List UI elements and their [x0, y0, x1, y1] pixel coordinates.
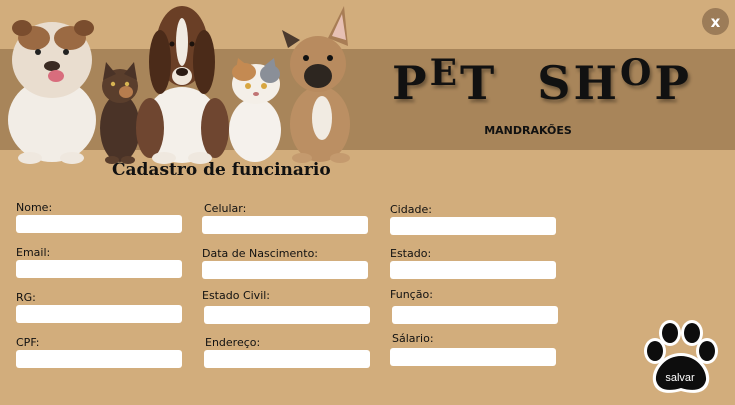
estado-input[interactable] — [390, 261, 556, 279]
celular-label: Celular: — [204, 202, 247, 215]
salario-label: Sálario: — [392, 332, 434, 345]
funcao-label: Função: — [390, 288, 433, 301]
endereco-label: Endereço: — [205, 336, 261, 349]
brand-letter: P — [392, 56, 430, 110]
save-label: salvar — [665, 372, 695, 384]
email-input[interactable] — [16, 260, 182, 278]
close-icon: x — [710, 12, 721, 31]
bulldog-image — [8, 20, 96, 164]
endereco-input[interactable] — [204, 350, 370, 368]
cpf-label: CPF: — [16, 336, 40, 349]
rg-input[interactable] — [16, 305, 182, 323]
brand-word-shop: SHOP — [537, 52, 692, 110]
form-title: Cadastro de funcinario — [112, 160, 331, 180]
brand-word-pet: PET — [392, 52, 498, 110]
cat-image — [229, 58, 281, 162]
kitten-image — [100, 62, 140, 164]
nome-label: Nome: — [16, 201, 53, 214]
funcao-input[interactable] — [392, 306, 558, 324]
nascimento-label: Data de Nascimento: — [202, 247, 319, 260]
french-bulldog-image — [282, 6, 350, 163]
brand-letter: E — [429, 52, 461, 94]
basset-hound-image — [136, 6, 229, 164]
estado-civil-label: Estado Civil: — [202, 289, 271, 302]
salario-input[interactable] — [390, 348, 556, 366]
brand-subtitle: MANDRAKÕES — [484, 124, 572, 137]
pets-photo — [8, 6, 350, 164]
rg-label: RG: — [16, 291, 36, 304]
cidade-input[interactable] — [390, 217, 556, 235]
nascimento-input[interactable] — [202, 261, 368, 279]
celular-input[interactable] — [202, 216, 368, 234]
nome-input[interactable] — [16, 215, 182, 233]
email-label: Email: — [16, 246, 51, 259]
close-button[interactable]: x — [702, 8, 729, 35]
cidade-label: Cidade: — [390, 203, 432, 216]
brand-letter: S — [537, 56, 574, 110]
brand-letter: H — [573, 56, 620, 110]
brand-letter: O — [619, 52, 655, 94]
brand-letter: P — [654, 56, 692, 110]
estado-label: Estado: — [390, 247, 432, 260]
save-button[interactable]: salvar — [637, 317, 725, 397]
brand-letter: T — [460, 56, 498, 110]
estado-civil-input[interactable] — [204, 306, 370, 324]
cpf-input[interactable] — [16, 350, 182, 368]
brand-title: PET SHOP — [392, 52, 689, 110]
